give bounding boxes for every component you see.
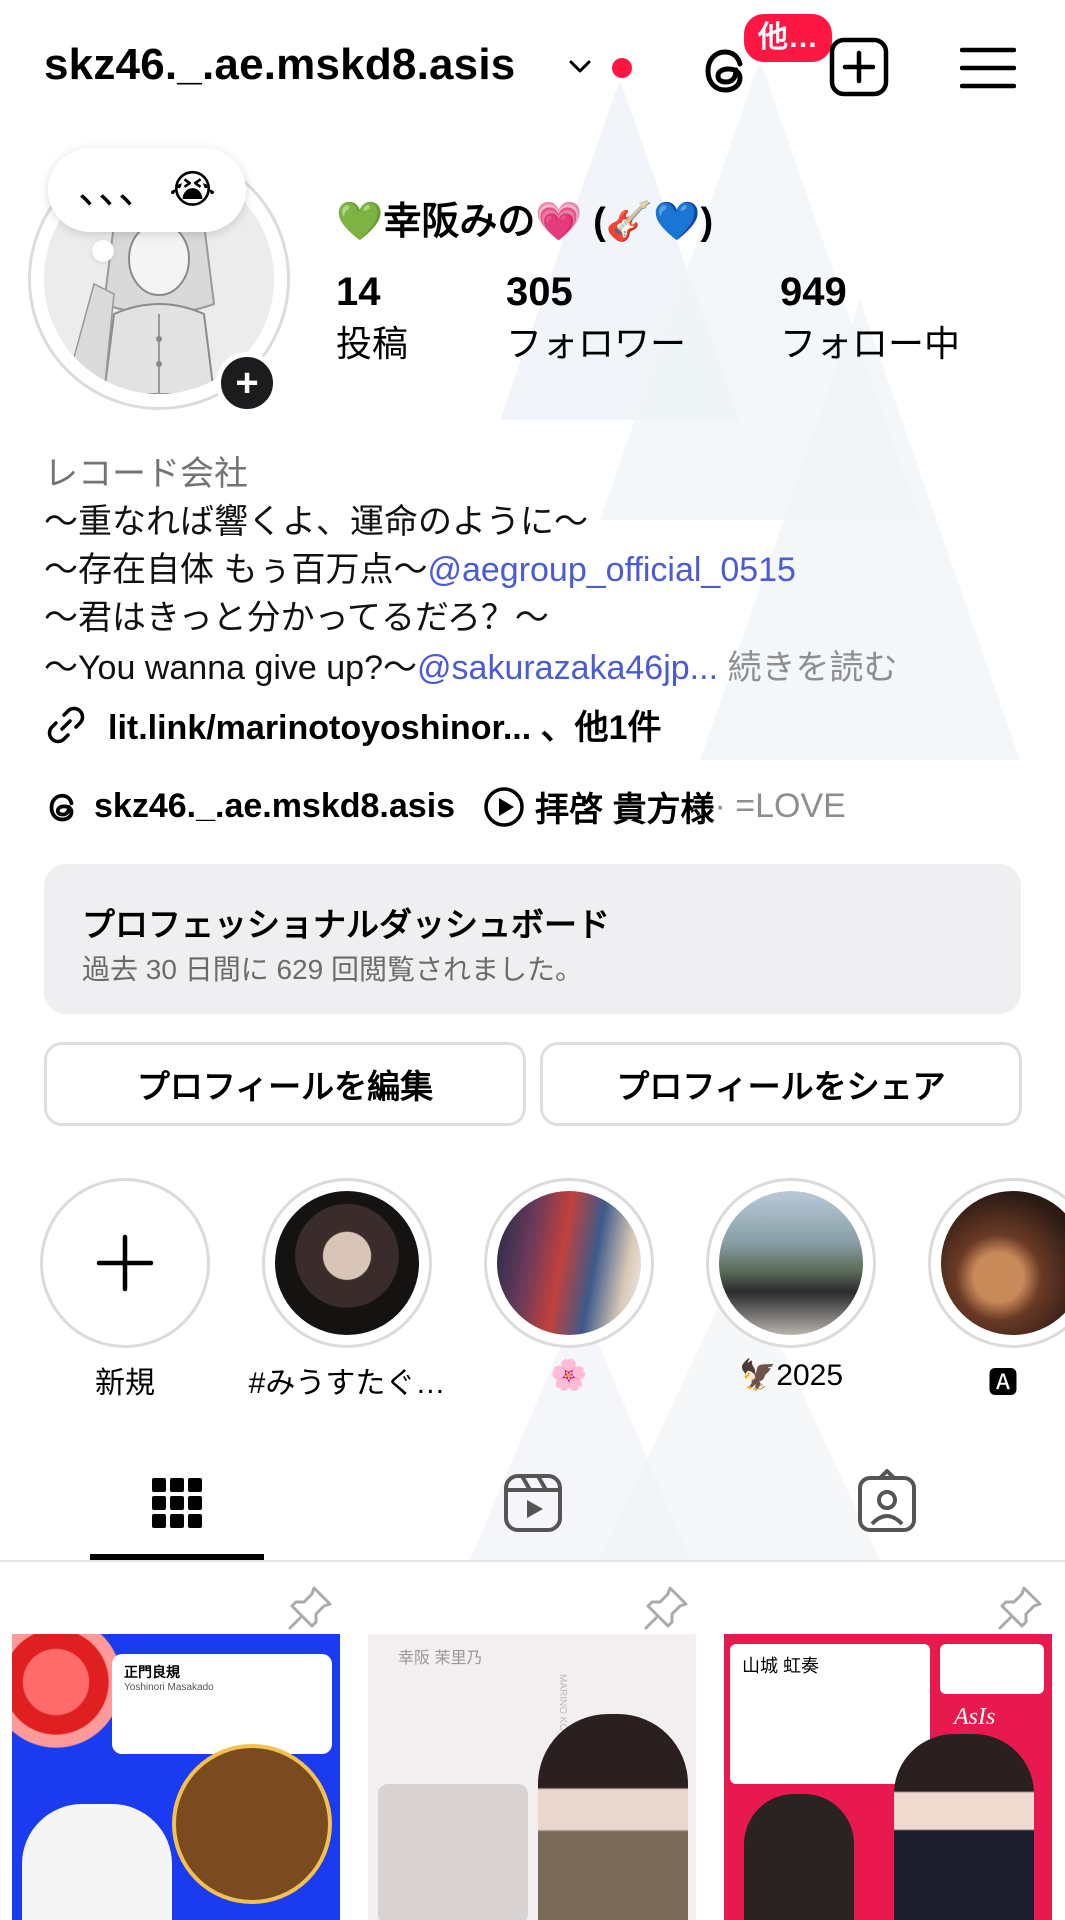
bio-line: 〜君はきっと分かってるだろ？〜 [44,599,549,637]
post-name: 正門良規 [124,1664,180,1680]
external-link[interactable]: lit.link/marinotoyoshinor... 、他1件 [44,700,662,749]
pin-icon [998,1586,1042,1630]
tagged-tab-icon[interactable] [852,1468,922,1538]
post-name: 幸阪 茉里乃 [398,1650,483,1667]
mention-link[interactable]: @aegroup_official_0515 [427,551,796,589]
music-title[interactable]: 拝啓 貴方様 [535,782,714,831]
highlight-label: #みうすたぐ… [248,1367,446,1400]
display-name: 💚幸阪みの💗 (🎸💙) [336,201,714,243]
dashboard-title: プロフェッショナルダッシュボード [82,906,610,943]
new-highlight-button[interactable] [40,1178,210,1348]
highlight-item[interactable] [262,1178,432,1348]
link-text: lit.link/marinotoyoshinor... 、他1件 [108,709,662,747]
highlight-item[interactable] [484,1178,654,1348]
play-icon[interactable] [483,786,525,828]
bio-text: 〜存在自体 もぅ百万点〜 [44,551,428,589]
edit-profile-button[interactable]: プロフィールを編集 [44,1042,526,1126]
dashboard-subtitle: 過去 30 日間に 629 回閲覧されました。 [82,954,583,985]
highlight-label: 新規 [95,1367,155,1400]
username-switcher[interactable]: skz46._.ae.mskd8.asis [44,40,515,90]
reels-tab-icon[interactable] [498,1468,568,1538]
highlight-item[interactable] [928,1178,1065,1348]
bio-line: 〜You wanna give up?〜@sakurazaka46jp... 続… [44,640,897,689]
menu-icon[interactable] [960,44,1016,92]
post-thumbnail[interactable]: 山城 虹奏 AsIs [724,1634,1052,1920]
post-name: 山城 虹奏 [742,1656,820,1676]
chevron-down-icon[interactable] [565,52,595,82]
stat-label: 投稿 [336,323,409,364]
note-bubble-tail [92,240,114,262]
stat-following[interactable]: 949 フォロー中 [780,270,960,367]
highlight-label: 🅰 [988,1367,1018,1400]
plus-icon [96,1234,154,1292]
highlight-cover [497,1191,641,1335]
stat-value: 305 [506,270,573,314]
tab-divider [0,1560,1065,1562]
share-profile-button[interactable]: プロフィールをシェア [540,1042,1022,1126]
stat-followers[interactable]: 305 フォロワー [506,270,686,367]
bio-line: 〜重なれば響くよ、運命のように〜 [44,503,588,541]
highlight-cover [275,1191,419,1335]
notification-badge[interactable]: 他… [740,10,836,66]
profile-category: レコード会社 [44,455,248,493]
new-activity-dot [612,58,632,78]
profile-note[interactable]: 、、、 😭 [48,148,246,232]
stat-value: 949 [780,270,847,314]
bio-text: 〜You wanna give up?〜 [44,649,418,687]
bio-line: 〜存在自体 もぅ百万点〜@aegroup_official_0515 [44,542,796,591]
highlight-label: 🦅2025 [738,1359,844,1392]
stat-label: フォロー中 [780,323,961,364]
read-more-link[interactable]: 続きを読む [727,649,897,687]
grid-tab-icon[interactable] [142,1468,212,1538]
pin-icon [644,1586,688,1630]
threads-icon [49,793,74,821]
threads-music-row: skz46._.ae.mskd8.asis 拝啓 貴方様 · =LOVE [44,782,846,831]
post-thumbnail[interactable]: 幸阪 茉里乃 MARINO KOSAKA [368,1634,696,1920]
highlight-label: 🌸 [550,1359,588,1392]
mention-link[interactable]: @sakurazaka46jp... [417,649,718,687]
add-story-button[interactable]: + [216,352,278,414]
post-detail: AsIs [954,1704,996,1730]
stat-value: 14 [336,270,381,314]
post-detail: Yoshinori Masakado [124,1682,214,1693]
threads-handle[interactable]: skz46._.ae.mskd8.asis [94,787,455,826]
pin-icon [288,1586,332,1630]
stat-label: フォロワー [506,323,687,364]
post-thumbnail[interactable]: 正門良規 Yoshinori Masakado [12,1634,340,1920]
highlight-item[interactable] [706,1178,876,1348]
stat-posts[interactable]: 14 投稿 [336,270,408,367]
highlight-cover [719,1191,863,1335]
highlight-cover [941,1191,1065,1335]
create-post-icon[interactable] [828,36,890,98]
music-artist: · =LOVE [714,787,846,825]
link-icon [47,706,85,743]
